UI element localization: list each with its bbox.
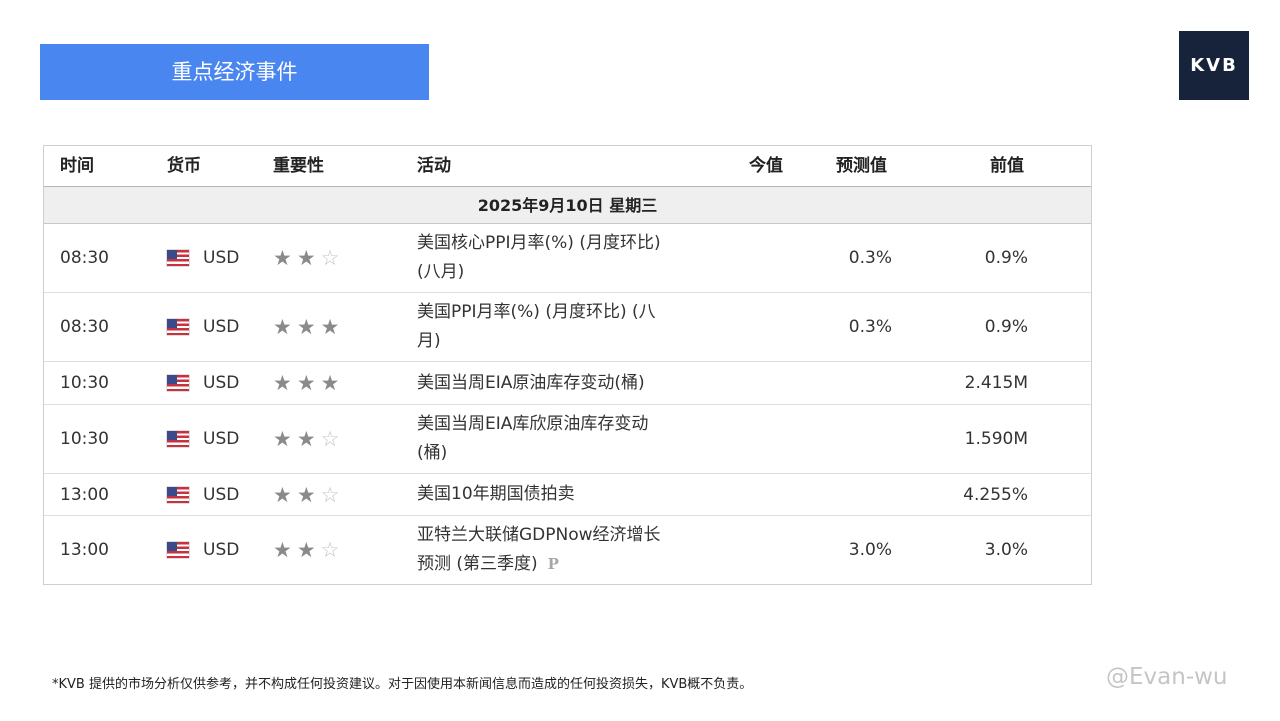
forecast-cell: 0.3% xyxy=(848,317,892,337)
star-filled-icon: ★ xyxy=(296,538,316,562)
watermark: @Evan-wu xyxy=(1106,664,1228,690)
disclaimer-text: *KVB 提供的市场分析仅供参考，并不构成任何投资建议。对于因使用本新闻信息而造… xyxy=(52,677,753,692)
kvb-logo: KVB xyxy=(1179,31,1249,100)
importance-cell: ★ ★ ★ xyxy=(273,362,344,404)
time-cell: 13:00 xyxy=(60,484,109,505)
us-flag-icon xyxy=(167,542,189,558)
us-flag-icon xyxy=(167,250,189,266)
time-cell: 13:00 xyxy=(60,540,109,560)
previous-cell: 1.590M xyxy=(964,429,1028,449)
star-filled-icon: ★ xyxy=(273,427,292,451)
star-filled-icon: ★ xyxy=(320,371,340,395)
forecast-cell: 3.0% xyxy=(848,540,892,560)
table-row: 10:30 USD ★ ★ ☆ 美国当周EIA库欣原油库存变动 (桶) 1.590M xyxy=(44,405,1091,474)
time-cell: 10:30 xyxy=(60,373,109,393)
activity-line1: 美国PPI月率(%) (月度环比) (八 xyxy=(417,302,656,322)
currency-cell: USD xyxy=(167,293,239,361)
us-flag-icon xyxy=(167,431,189,447)
importance-cell: ★ ★ ☆ xyxy=(273,405,344,473)
table-row: 08:30 USD ★ ★ ☆ 美国核心PPI月率(%) (月度环比) (八月) 0.3% 0.… xyxy=(44,224,1091,293)
economic-events-table: 时间 货币 重要性 活动 今值 预测值 前值 2025年9月10日 星期三 08… xyxy=(43,145,1092,585)
currency-cell: USD xyxy=(167,405,239,473)
table-body: 08:30 USD ★ ★ ☆ 美国核心PPI月率(%) (月度环比) (八月) 0.3% 0.… xyxy=(44,224,1091,584)
activity-line2: 月) xyxy=(417,331,441,351)
star-filled-icon: ★ xyxy=(273,315,292,339)
activity-line2: (八月) xyxy=(417,262,465,282)
currency-code: USD xyxy=(203,540,240,560)
currency-cell: USD xyxy=(167,474,239,515)
star-filled-icon: ★ xyxy=(273,482,292,507)
previous-cell: 3.0% xyxy=(984,540,1028,560)
star-filled-icon: ★ xyxy=(296,246,316,270)
activity-cell[interactable]: 亚特兰大联储GDPNow经济增长 预测 (第三季度) P xyxy=(417,516,707,584)
activity-line2: (桶) xyxy=(417,443,448,463)
forecast-cell xyxy=(784,474,892,515)
header-activity: 活动 xyxy=(417,156,451,176)
previous-cell: 2.415M xyxy=(964,373,1028,393)
importance-cell: ★ ★ ☆ xyxy=(273,474,344,515)
star-filled-icon: ★ xyxy=(296,315,316,339)
star-empty-icon: ☆ xyxy=(320,538,340,562)
previous-cell: 0.9% xyxy=(984,248,1028,268)
star-filled-icon: ★ xyxy=(296,427,316,451)
star-empty-icon: ☆ xyxy=(320,427,340,451)
time-cell: 10:30 xyxy=(60,429,109,449)
importance-cell: ★ ★ ☆ xyxy=(273,516,344,584)
importance-cell: ★ ★ ☆ xyxy=(273,224,344,292)
header-time: 时间 xyxy=(60,156,94,176)
star-filled-icon: ★ xyxy=(296,482,316,507)
table-row: 13:00 USD ★ ★ ☆ 亚特兰大联储GDPNow经济增长 预测 (第三季度) P 3.0… xyxy=(44,516,1091,584)
us-flag-icon xyxy=(167,375,189,391)
header-forecast: 预测值 xyxy=(836,156,887,176)
currency-cell: USD xyxy=(167,224,239,292)
star-filled-icon: ★ xyxy=(273,538,292,562)
page-title-banner: 重点经济事件 xyxy=(40,44,429,100)
currency-code: USD xyxy=(203,317,240,337)
us-flag-icon xyxy=(167,486,189,503)
table-row: 13:00 USD ★ ★ ☆ 美国10年期国债拍卖 4.255% xyxy=(44,474,1091,516)
activity-cell[interactable]: 美国PPI月率(%) (月度环比) (八 月) xyxy=(417,293,707,361)
table-header: 时间 货币 重要性 活动 今值 预测值 前值 xyxy=(44,146,1091,187)
star-filled-icon: ★ xyxy=(320,315,340,339)
activity-line2: 预测 (第三季度) xyxy=(417,554,538,574)
header-previous: 前值 xyxy=(990,156,1024,176)
header-currency: 货币 xyxy=(167,156,201,176)
forecast-cell xyxy=(784,405,892,473)
importance-cell: ★ ★ ★ xyxy=(273,293,344,361)
star-filled-icon: ★ xyxy=(273,371,292,395)
date-row: 2025年9月10日 星期三 xyxy=(44,187,1091,224)
time-cell: 08:30 xyxy=(60,317,109,337)
currency-code: USD xyxy=(203,248,240,268)
time-cell: 08:30 xyxy=(60,248,109,268)
forecast-cell xyxy=(784,362,892,404)
activity-line1: 美国当周EIA库欣原油库存变动 xyxy=(417,414,649,434)
previous-cell: 4.255% xyxy=(963,484,1028,505)
activity-line1: 亚特兰大联储GDPNow经济增长 xyxy=(417,525,661,545)
forecast-cell: 0.3% xyxy=(848,248,892,268)
star-filled-icon: ★ xyxy=(296,371,316,395)
header-importance: 重要性 xyxy=(273,156,324,176)
currency-cell: USD xyxy=(167,516,239,584)
currency-code: USD xyxy=(203,484,240,505)
previous-cell: 0.9% xyxy=(984,317,1028,337)
table-row: 10:30 USD ★ ★ ★ 美国当周EIA原油库存变动(桶) 2.415M xyxy=(44,362,1091,405)
star-empty-icon: ☆ xyxy=(320,246,340,270)
table-row: 08:30 USD ★ ★ ★ 美国PPI月率(%) (月度环比) (八 月) 0.3% 0.9… xyxy=(44,293,1091,362)
currency-code: USD xyxy=(203,429,240,449)
activity-line1: 美国核心PPI月率(%) (月度环比) xyxy=(417,233,661,253)
star-empty-icon: ☆ xyxy=(320,482,340,507)
activity-cell[interactable]: 美国当周EIA原油库存变动(桶) xyxy=(417,362,707,404)
star-filled-icon: ★ xyxy=(273,246,292,270)
currency-cell: USD xyxy=(167,362,239,404)
activity-cell[interactable]: 美国10年期国债拍卖 xyxy=(417,474,707,515)
header-actual: 今值 xyxy=(749,156,783,176)
preliminary-mark: P xyxy=(547,555,559,573)
us-flag-icon xyxy=(167,319,189,335)
watermark-text: @Evan-wu xyxy=(1106,664,1228,690)
activity-cell[interactable]: 美国当周EIA库欣原油库存变动 (桶) xyxy=(417,405,707,473)
activity-cell[interactable]: 美国核心PPI月率(%) (月度环比) (八月) xyxy=(417,224,707,292)
activity-line1: 美国10年期国债拍卖 xyxy=(417,484,575,504)
currency-code: USD xyxy=(203,373,240,393)
activity-line1: 美国当周EIA原油库存变动(桶) xyxy=(417,372,645,393)
